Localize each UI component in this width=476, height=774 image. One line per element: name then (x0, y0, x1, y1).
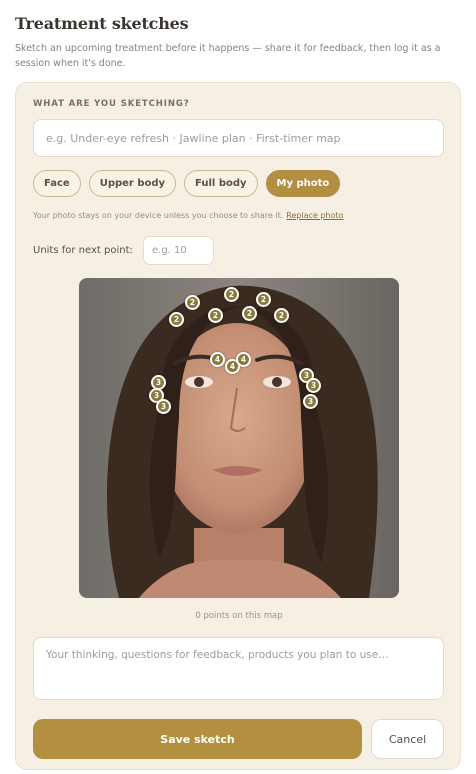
marker-point[interactable]: 2 (208, 308, 223, 323)
marker-point[interactable]: 2 (224, 287, 239, 302)
face-photo (79, 278, 399, 598)
units-label: Units for next point: (33, 245, 133, 256)
marker-point[interactable]: 2 (242, 306, 257, 321)
chip-face[interactable]: Face (33, 170, 81, 197)
privacy-note: Your photo stays on your device unless y… (33, 211, 344, 220)
section-label: WHAT ARE YOU SKETCHING? (33, 99, 190, 109)
replace-photo-link[interactable]: Replace photo (286, 211, 343, 220)
marker-point[interactable]: 3 (303, 394, 318, 409)
page-title: Treatment sketches (15, 14, 189, 33)
units-input[interactable] (143, 236, 214, 265)
marker-point[interactable]: 4 (210, 352, 225, 367)
marker-point[interactable]: 4 (236, 352, 251, 367)
marker-point[interactable]: 3 (156, 399, 171, 414)
privacy-text: Your photo stays on your device unless y… (33, 211, 284, 220)
marker-point[interactable]: 3 (306, 378, 321, 393)
sketch-card: WHAT ARE YOU SKETCHING? Face Upper body … (15, 82, 461, 770)
page-subtitle: Sketch an upcoming treatment before it h… (15, 43, 441, 69)
notes-textarea[interactable] (33, 637, 444, 700)
chip-upper-body[interactable]: Upper body (88, 170, 177, 197)
sketch-title-input[interactable] (33, 119, 444, 157)
body-area-chips: Face Upper body Full body My photo (33, 170, 341, 197)
chip-full-body[interactable]: Full body (184, 170, 258, 197)
face-photo-canvas[interactable]: 2 2 2 2 2 2 2 4 4 4 3 3 3 3 3 3 (79, 278, 399, 598)
cancel-button[interactable]: Cancel (371, 719, 444, 759)
marker-point[interactable]: 2 (256, 292, 271, 307)
marker-point[interactable]: 2 (274, 308, 289, 323)
marker-point[interactable]: 2 (185, 295, 200, 310)
save-sketch-button[interactable]: Save sketch (33, 719, 362, 759)
marker-point[interactable]: 2 (169, 312, 184, 327)
chip-my-photo[interactable]: My photo (265, 170, 341, 197)
points-count: 0 points on this map (195, 611, 283, 621)
